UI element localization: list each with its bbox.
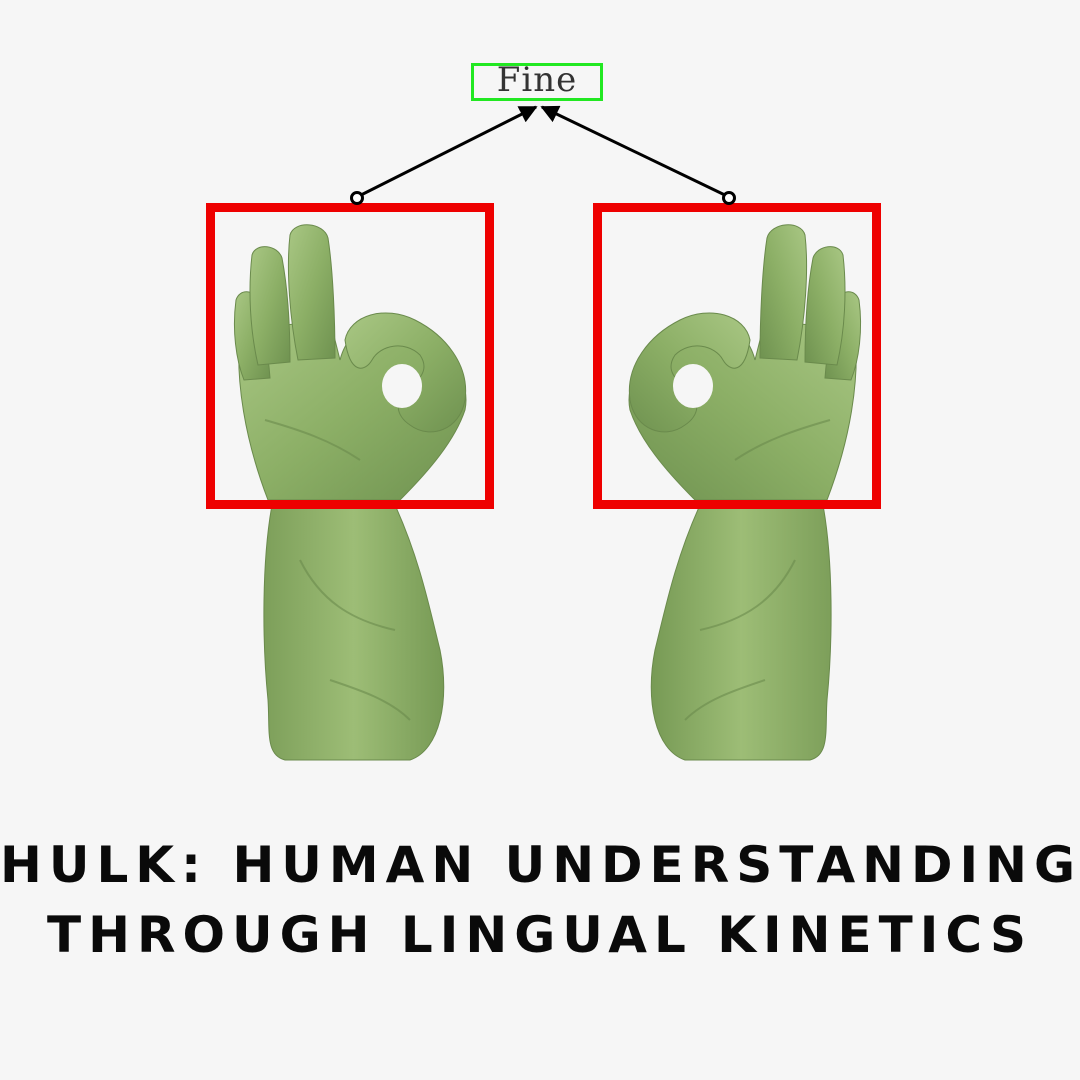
right-connector-anchor: [722, 191, 736, 205]
left-hand-image: [233, 224, 467, 761]
page-title: HULK: HUMAN UNDERSTANDING THROUGH LINGUA…: [0, 830, 1080, 970]
title-line-1: HULK: HUMAN UNDERSTANDING: [0, 836, 1080, 894]
gesture-label-text: Fine: [496, 60, 578, 100]
diagram-canvas: Fine HULK: HUMAN UNDERSTANDING THROUGH L…: [0, 0, 1080, 1080]
right-connector-arrow: [540, 105, 730, 199]
title-line-2: THROUGH LINGUAL KINETICS: [47, 906, 1033, 964]
left-connector-anchor: [350, 191, 364, 205]
right-hand-image: [628, 224, 862, 761]
left-connector-arrow: [356, 105, 538, 199]
gesture-label-box: Fine: [471, 63, 603, 101]
